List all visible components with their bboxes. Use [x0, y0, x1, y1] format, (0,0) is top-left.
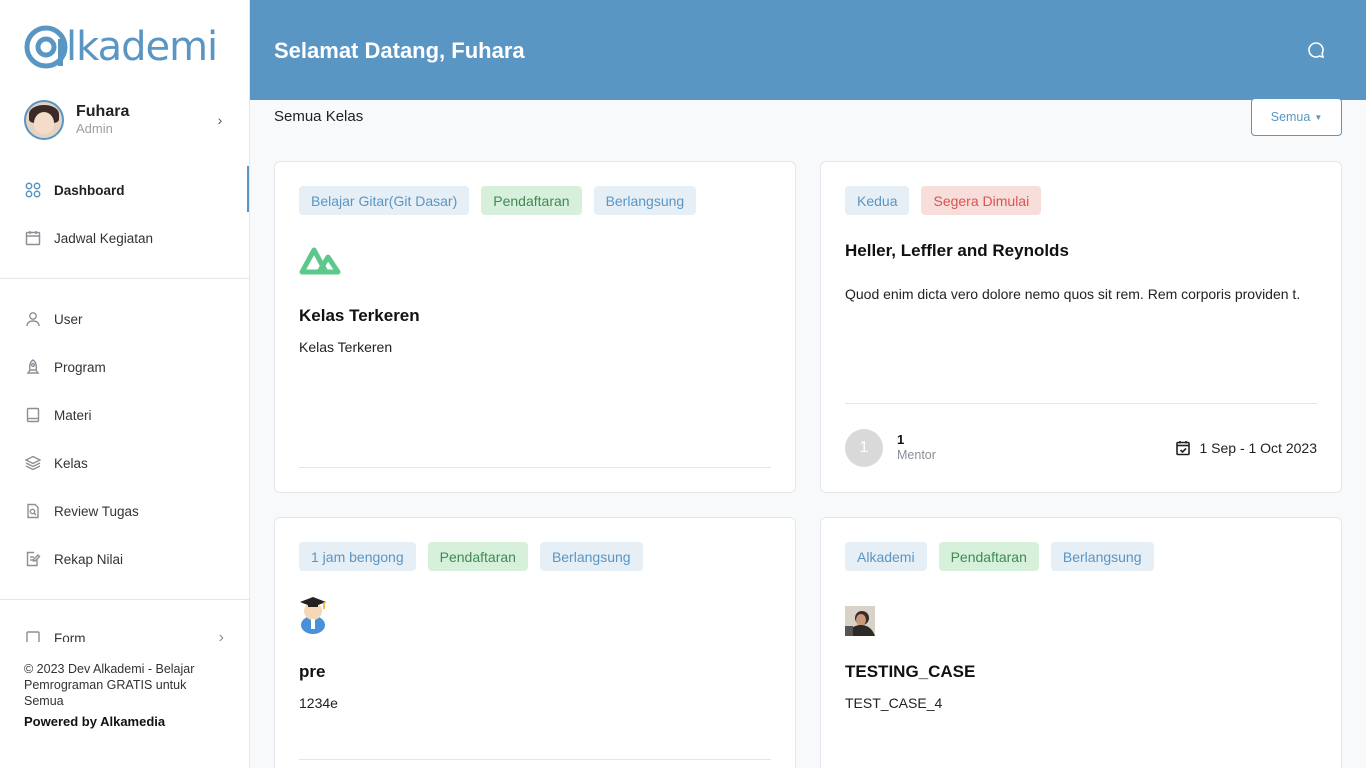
sidebar-item-jadwal-kegiatan[interactable]: Jadwal Kegiatan [0, 214, 249, 262]
card-divider [845, 403, 1317, 404]
secondary-nav: User Program Materi Kelas Review Tugas R… [0, 295, 249, 583]
profile-menu[interactable]: Fuhara Admin › [24, 100, 228, 140]
status-badge: Pendaftaran [427, 542, 528, 571]
sidebar-item-materi[interactable]: Materi [0, 391, 249, 439]
chevron-right-icon: › [218, 629, 224, 642]
sidebar-item-label: Dashboard [54, 182, 125, 198]
class-title: Heller, Leffler and Reynolds [845, 241, 1069, 260]
sidebar-item-label: Jadwal Kegiatan [54, 230, 154, 246]
status-badge: Berlangsung [539, 542, 643, 571]
status-badge: Pendaftaran [481, 186, 582, 215]
class-card[interactable]: Belajar Gitar(Git Dasar) Pendaftaran Ber… [274, 161, 796, 493]
class-title: Kelas Terkeren [299, 306, 420, 325]
sidebar-item-form[interactable]: Form › [0, 614, 249, 643]
mentor-avatar: 1 [845, 429, 883, 467]
sidebar-item-dashboard[interactable]: Dashboard [0, 166, 249, 214]
badge-row: 1 jam bengong Pendaftaran Berlangsung [299, 542, 643, 571]
class-card[interactable]: Kedua Segera Dimulai Heller, Leffler and… [820, 161, 1342, 493]
calendar-check-icon [1176, 441, 1191, 456]
badge-row: Alkademi Pendaftaran Berlangsung [845, 542, 1154, 571]
sidebar-divider [0, 278, 249, 279]
alkademi-logo[interactable]: lkademi [24, 22, 218, 72]
status-badge: Pendaftaran [938, 542, 1039, 571]
layers-icon [24, 454, 42, 472]
sidebar-footer: © 2023 Dev Alkademi - Belajar Pemrograma… [24, 661, 224, 730]
powered-by-text: Powered by Alkamedia [24, 714, 166, 729]
calendar-icon [24, 229, 42, 247]
edit-note-icon [24, 550, 42, 568]
date-range-text: 1 Sep - 1 Oct 2023 [1199, 440, 1317, 456]
copyright-text: © 2023 Dev Alkademi - Belajar Pemrograma… [24, 662, 195, 708]
book-icon [24, 406, 42, 424]
grid-icon [24, 181, 42, 199]
sidebar-item-label: Rekap Nilai [54, 551, 124, 567]
logo-text: lkademi [66, 24, 218, 70]
section-title: Semua Kelas [274, 108, 364, 125]
status-badge: Segera Dimulai [921, 186, 1042, 215]
avatar [24, 100, 64, 140]
sidebar-item-label: Materi [54, 407, 92, 423]
sidebar-partial-nav: Form › [0, 614, 249, 643]
top-header: Selamat Datang, Fuhara [250, 0, 1366, 100]
status-badge: Berlangsung [593, 186, 697, 215]
class-title: pre [299, 662, 326, 681]
chevron-right-icon: › [217, 112, 223, 128]
sidebar-item-user[interactable]: User [0, 295, 249, 343]
class-date: 1 Sep - 1 Oct 2023 [1175, 440, 1317, 456]
graduate-icon [300, 597, 326, 634]
sidebar-item-label: Kelas [54, 455, 88, 471]
sidebar-item-label: Program [54, 359, 106, 375]
filter-dropdown-button[interactable]: Semua ▼ [1251, 98, 1342, 136]
sidebar-item-program[interactable]: Program [0, 343, 249, 391]
class-description: 1234e [299, 695, 338, 711]
class-card[interactable]: Alkademi Pendaftaran Berlangsung TESTING… [820, 517, 1342, 768]
sidebar-item-label: Form [54, 630, 86, 643]
sidebar: lkademi Fuhara Admin › Dashboard Jadwal … [0, 0, 250, 768]
file-search-icon [24, 502, 42, 520]
logo-mark-icon [24, 25, 68, 69]
mentor-count: 1 [897, 432, 905, 447]
class-description: TEST_CASE_4 [845, 695, 943, 711]
card-divider [299, 759, 771, 760]
class-description: Kelas Terkeren [299, 339, 393, 355]
primary-nav: Dashboard Jadwal Kegiatan [0, 166, 249, 262]
nuxt-logo-icon [299, 247, 341, 275]
photo-thumbnail-icon [845, 606, 875, 636]
program-badge: 1 jam bengong [299, 542, 416, 571]
profile-name: Fuhara [76, 103, 130, 120]
filter-label: Semua [1270, 110, 1311, 124]
rocket-icon [24, 358, 42, 376]
program-badge: Belajar Gitar(Git Dasar) [299, 186, 470, 215]
profile-role: Admin [76, 121, 113, 136]
mentor-label: Mentor [897, 448, 936, 462]
sidebar-item-review-tugas[interactable]: Review Tugas [0, 487, 249, 535]
class-description: Quod enim dicta vero dolore nemo quos si… [845, 286, 1301, 302]
caret-down-icon: ▼ [1314, 112, 1323, 122]
chat-icon[interactable] [1306, 40, 1326, 60]
badge-row: Kedua Segera Dimulai [845, 186, 1042, 215]
program-badge: Alkademi [845, 542, 927, 571]
status-badge: Berlangsung [1050, 542, 1154, 571]
sidebar-divider [0, 599, 249, 600]
class-title: TESTING_CASE [845, 662, 976, 681]
program-badge: Kedua [845, 186, 910, 215]
user-icon [24, 310, 42, 328]
card-divider [299, 467, 771, 468]
sidebar-item-label: User [54, 311, 83, 327]
page-title: Selamat Datang, Fuhara [274, 38, 525, 63]
badge-row: Belajar Gitar(Git Dasar) Pendaftaran Ber… [299, 186, 697, 215]
sidebar-item-kelas[interactable]: Kelas [0, 439, 249, 487]
class-card[interactable]: 1 jam bengong Pendaftaran Berlangsung pr… [274, 517, 796, 768]
sidebar-item-label: Review Tugas [54, 503, 139, 519]
sidebar-item-rekap-nilai[interactable]: Rekap Nilai [0, 535, 249, 583]
form-icon [24, 629, 42, 642]
